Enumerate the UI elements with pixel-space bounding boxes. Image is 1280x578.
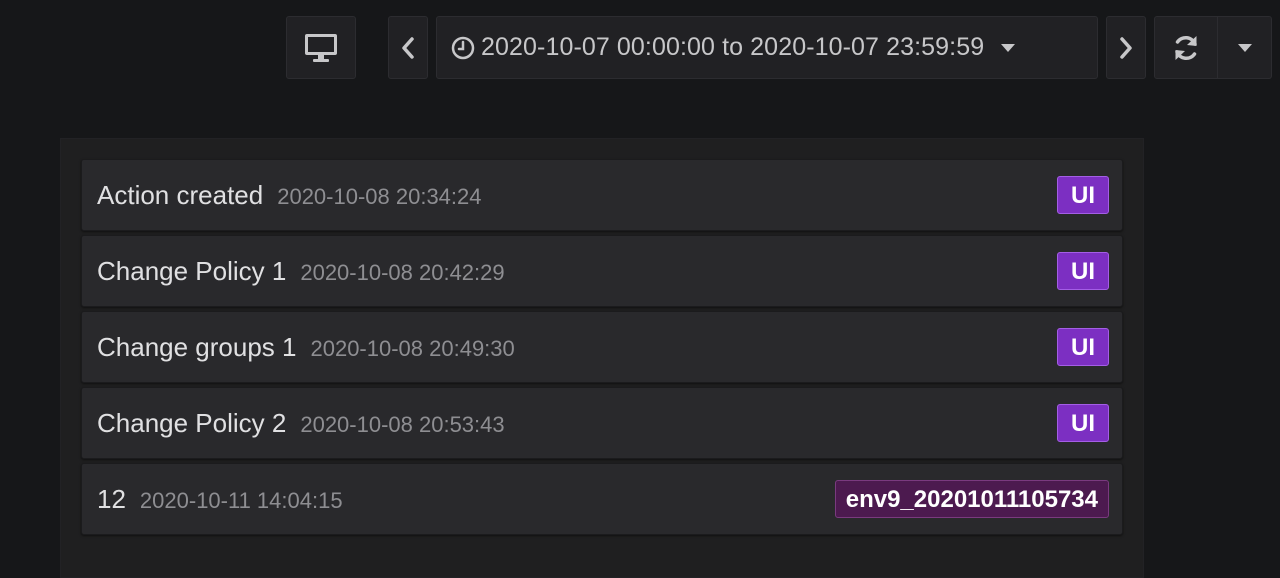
monitor-icon [304, 33, 338, 63]
chevron-right-icon [1118, 36, 1134, 60]
refresh-button[interactable] [1155, 17, 1218, 78]
annotation-tag[interactable]: UI [1057, 404, 1109, 442]
annotations-list-panel: Action created 2020-10-08 20:34:24 UI Cha… [60, 138, 1144, 578]
time-shift-back-button[interactable] [388, 16, 428, 79]
annotation-title: Action created [97, 180, 264, 210]
annotation-title: Change groups 1 [97, 332, 297, 362]
dashboard-navbar: 2020-10-07 00:00:00 to 2020-10-07 23:59:… [0, 0, 1280, 100]
annotation-tag[interactable]: UI [1057, 252, 1109, 290]
refresh-picker [1154, 16, 1272, 79]
annotation-time: 2020-10-08 20:42:29 [300, 260, 505, 285]
annotation-item[interactable]: 12 2020-10-11 14:04:15 env9_2020101110573… [81, 463, 1123, 535]
annotation-item[interactable]: Change groups 1 2020-10-08 20:49:30 UI [81, 311, 1123, 383]
annotation-item[interactable]: Change Policy 1 2020-10-08 20:42:29 UI [81, 235, 1123, 307]
annotation-tag[interactable]: env9_20201011105734 [834, 480, 1109, 518]
annotation-tag[interactable]: UI [1057, 328, 1109, 366]
annotation-title: Change Policy 1 [97, 256, 287, 286]
clock-icon [451, 36, 475, 60]
refresh-icon [1171, 33, 1201, 63]
refresh-interval-dropdown[interactable] [1218, 17, 1271, 78]
chevron-left-icon [400, 36, 416, 60]
annotation-list: Action created 2020-10-08 20:34:24 UI Cha… [81, 159, 1123, 539]
annotation-time: 2020-10-08 20:34:24 [277, 184, 482, 209]
time-range-picker[interactable]: 2020-10-07 00:00:00 to 2020-10-07 23:59:… [436, 16, 1098, 79]
annotation-time: 2020-10-11 14:04:15 [139, 488, 343, 513]
caret-down-icon [1000, 43, 1016, 53]
tv-mode-button[interactable] [286, 16, 356, 79]
annotation-item[interactable]: Action created 2020-10-08 20:34:24 UI [81, 159, 1123, 231]
time-shift-forward-button[interactable] [1106, 16, 1146, 79]
caret-down-icon [1237, 43, 1253, 53]
annotation-time: 2020-10-08 20:53:43 [300, 412, 505, 437]
annotation-item[interactable]: Change Policy 2 2020-10-08 20:53:43 UI [81, 387, 1123, 459]
annotation-title: Change Policy 2 [97, 408, 287, 438]
annotation-tag[interactable]: UI [1057, 176, 1109, 214]
annotation-title: 12 [97, 484, 126, 514]
annotation-time: 2020-10-08 20:49:30 [310, 336, 515, 361]
time-range-label: 2020-10-07 00:00:00 to 2020-10-07 23:59:… [481, 33, 985, 61]
